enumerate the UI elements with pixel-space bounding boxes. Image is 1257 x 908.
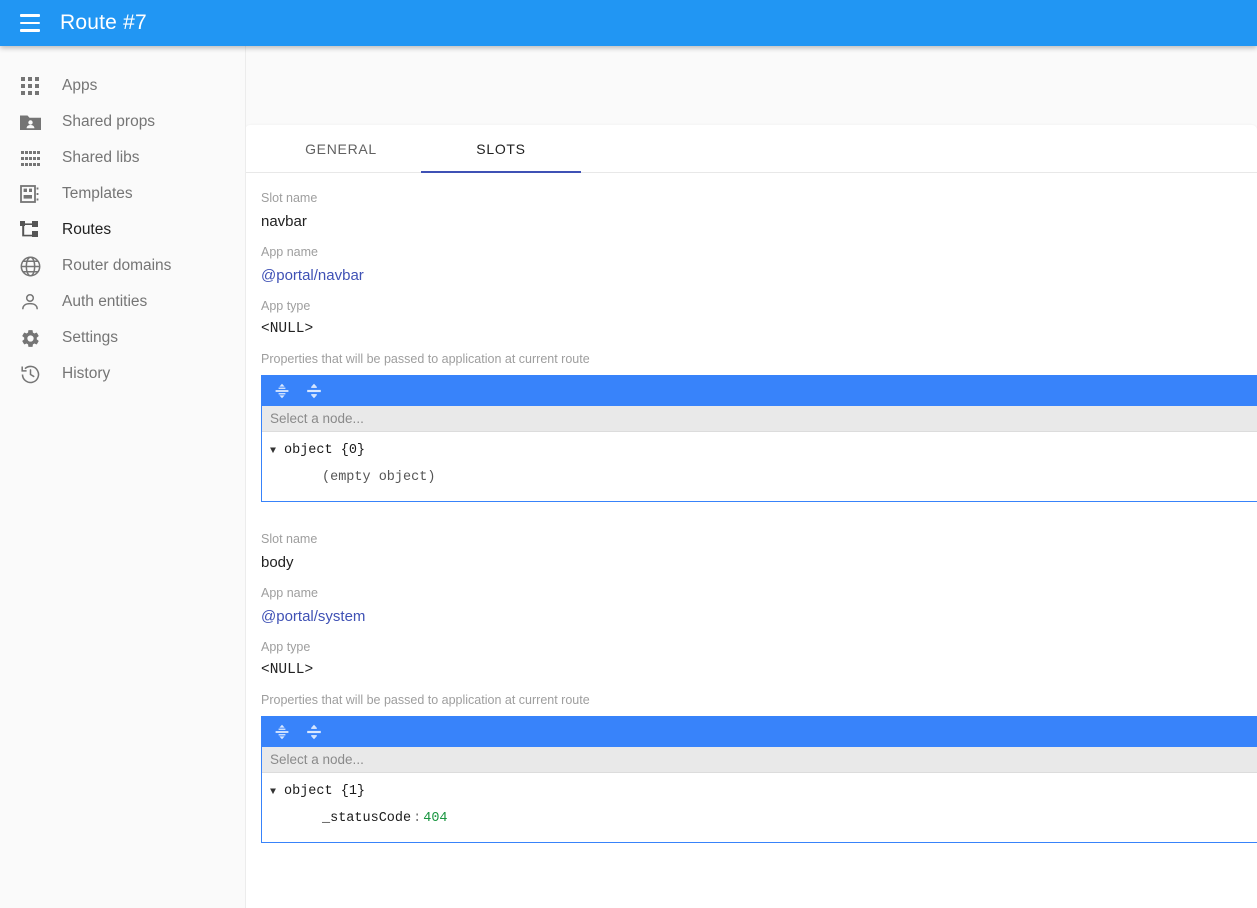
slot-name-label: Slot name [261, 191, 318, 205]
tab-bar: GENERAL SLOTS [245, 125, 1257, 173]
sidebar-item-routes[interactable]: Routes [0, 212, 245, 248]
content-scroll-area[interactable]: GENERAL SLOTS Slot name navbar App name … [245, 46, 1257, 908]
page-title: Route #7 [60, 11, 147, 34]
slot-section: Slot name navbar App name @portal/navbar… [261, 191, 1257, 503]
json-root-type: object [284, 784, 333, 800]
content-scroll-divider [245, 46, 246, 908]
tab-label: GENERAL [305, 140, 377, 157]
json-entry-value[interactable]: 404 [423, 806, 447, 832]
sidebar: Apps Shared props Shared libs Templates … [0, 46, 245, 908]
chevron-down-icon[interactable]: ▼ [270, 442, 284, 462]
json-root-count: {1} [340, 784, 366, 800]
app-type-field: App type <NULL> [261, 299, 1257, 338]
json-entry-colon: : [413, 810, 422, 826]
app-type-label: App type [261, 640, 311, 655]
sidebar-item-router-domains[interactable]: Router domains [0, 248, 245, 284]
tab-slots[interactable]: SLOTS [421, 125, 581, 173]
chevron-down-icon[interactable]: ▼ [270, 783, 284, 803]
app-name-link[interactable]: @portal/system [261, 608, 365, 625]
sidebar-item-history[interactable]: History [0, 356, 245, 392]
sidebar-item-templates[interactable]: Templates [0, 176, 245, 212]
tab-general[interactable]: GENERAL [261, 125, 421, 172]
sidebar-item-shared-props[interactable]: Shared props [0, 104, 245, 140]
json-editor-toolbar [262, 717, 1257, 748]
json-root-row[interactable]: ▼ object {1} [270, 779, 1257, 805]
sidebar-item-label: Shared props [62, 113, 156, 131]
libs-grid-icon [18, 146, 42, 170]
route-detail-card: GENERAL SLOTS Slot name navbar App name … [245, 125, 1257, 908]
person-icon [18, 290, 42, 314]
json-tree: ▼ object {1} _statusCode : 404 [262, 773, 1257, 842]
slot-name-field: Slot name navbar [261, 191, 1257, 231]
json-editor-toolbar [262, 376, 1257, 407]
tab-label: SLOTS [476, 140, 526, 157]
apps-grid-icon [18, 74, 42, 98]
props-description: Properties that will be passed to applic… [261, 352, 590, 367]
sidebar-item-auth-entities[interactable]: Auth entities [0, 284, 245, 320]
expand-all-icon[interactable] [270, 379, 294, 403]
routes-tree-icon [18, 218, 42, 242]
shared-folder-icon [18, 110, 42, 134]
sidebar-item-label: Templates [62, 185, 133, 203]
json-entry-row[interactable]: _statusCode : 404 [270, 806, 1257, 832]
collapse-all-icon[interactable] [302, 720, 326, 744]
slots-panel: Slot name navbar App name @portal/navbar… [245, 173, 1257, 844]
history-clock-icon [18, 362, 42, 386]
app-name-link[interactable]: @portal/navbar [261, 267, 364, 284]
slot-name-label: Slot name [261, 532, 318, 547]
app-name-field: App name @portal/navbar [261, 245, 1257, 285]
hamburger-menu-icon[interactable] [14, 7, 46, 39]
json-editor[interactable]: Select a node... ▼ object {1} _statusCod… [261, 716, 1257, 844]
json-search-placeholder: Select a node... [270, 411, 364, 427]
json-node-search-input[interactable]: Select a node... [262, 747, 1257, 774]
app-type-value: <NULL> [261, 321, 314, 337]
json-empty-text: (empty object) [322, 469, 436, 485]
slot-name-value: body [261, 554, 294, 572]
slot-name-field: Slot name body [261, 532, 1257, 572]
globe-icon [18, 254, 42, 278]
json-entry-key: _statusCode [322, 810, 412, 826]
sidebar-item-apps[interactable]: Apps [0, 68, 245, 104]
template-icon [18, 182, 42, 206]
gear-icon [18, 326, 42, 350]
json-editor[interactable]: Select a node... ▼ object {0} (empty obj… [261, 375, 1257, 503]
app-type-value: <NULL> [261, 662, 314, 679]
json-root-row[interactable]: ▼ object {0} [270, 438, 1257, 464]
sidebar-item-label: Routes [62, 221, 112, 239]
sidebar-item-label: Shared libs [62, 149, 140, 167]
app-bar: Route #7 [0, 0, 1257, 46]
json-search-placeholder: Select a node... [270, 752, 364, 768]
slot-section: Slot name body App name @portal/system A… [261, 532, 1257, 844]
sidebar-item-label: Router domains [62, 257, 172, 275]
json-node-search-input[interactable]: Select a node... [262, 406, 1257, 433]
app-type-label: App type [261, 299, 311, 313]
app-type-field: App type <NULL> [261, 640, 1257, 679]
app-name-label: App name [261, 245, 318, 259]
json-root-type: object [284, 443, 333, 459]
json-root-count: {0} [340, 443, 366, 459]
expand-all-icon[interactable] [270, 720, 294, 744]
app-name-label: App name [261, 586, 318, 601]
collapse-all-icon[interactable] [302, 379, 326, 403]
sidebar-item-label: History [62, 365, 111, 383]
json-tree: ▼ object {0} (empty object) [262, 432, 1257, 501]
sidebar-item-label: Settings [62, 329, 119, 347]
app-name-field: App name @portal/system [261, 586, 1257, 626]
props-description: Properties that will be passed to applic… [261, 693, 590, 708]
slot-name-value: navbar [261, 213, 307, 230]
sidebar-item-settings[interactable]: Settings [0, 320, 245, 356]
sidebar-item-label: Auth entities [62, 293, 148, 311]
sidebar-item-shared-libs[interactable]: Shared libs [0, 140, 245, 176]
sidebar-item-label: Apps [62, 77, 98, 95]
